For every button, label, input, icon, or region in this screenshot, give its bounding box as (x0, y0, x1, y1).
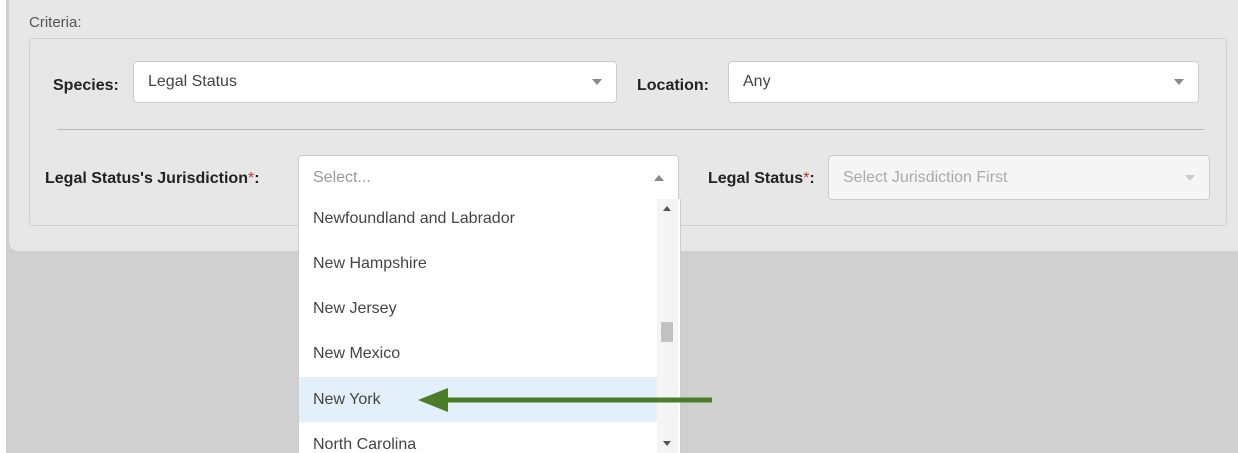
arrow-left-icon (418, 388, 712, 412)
